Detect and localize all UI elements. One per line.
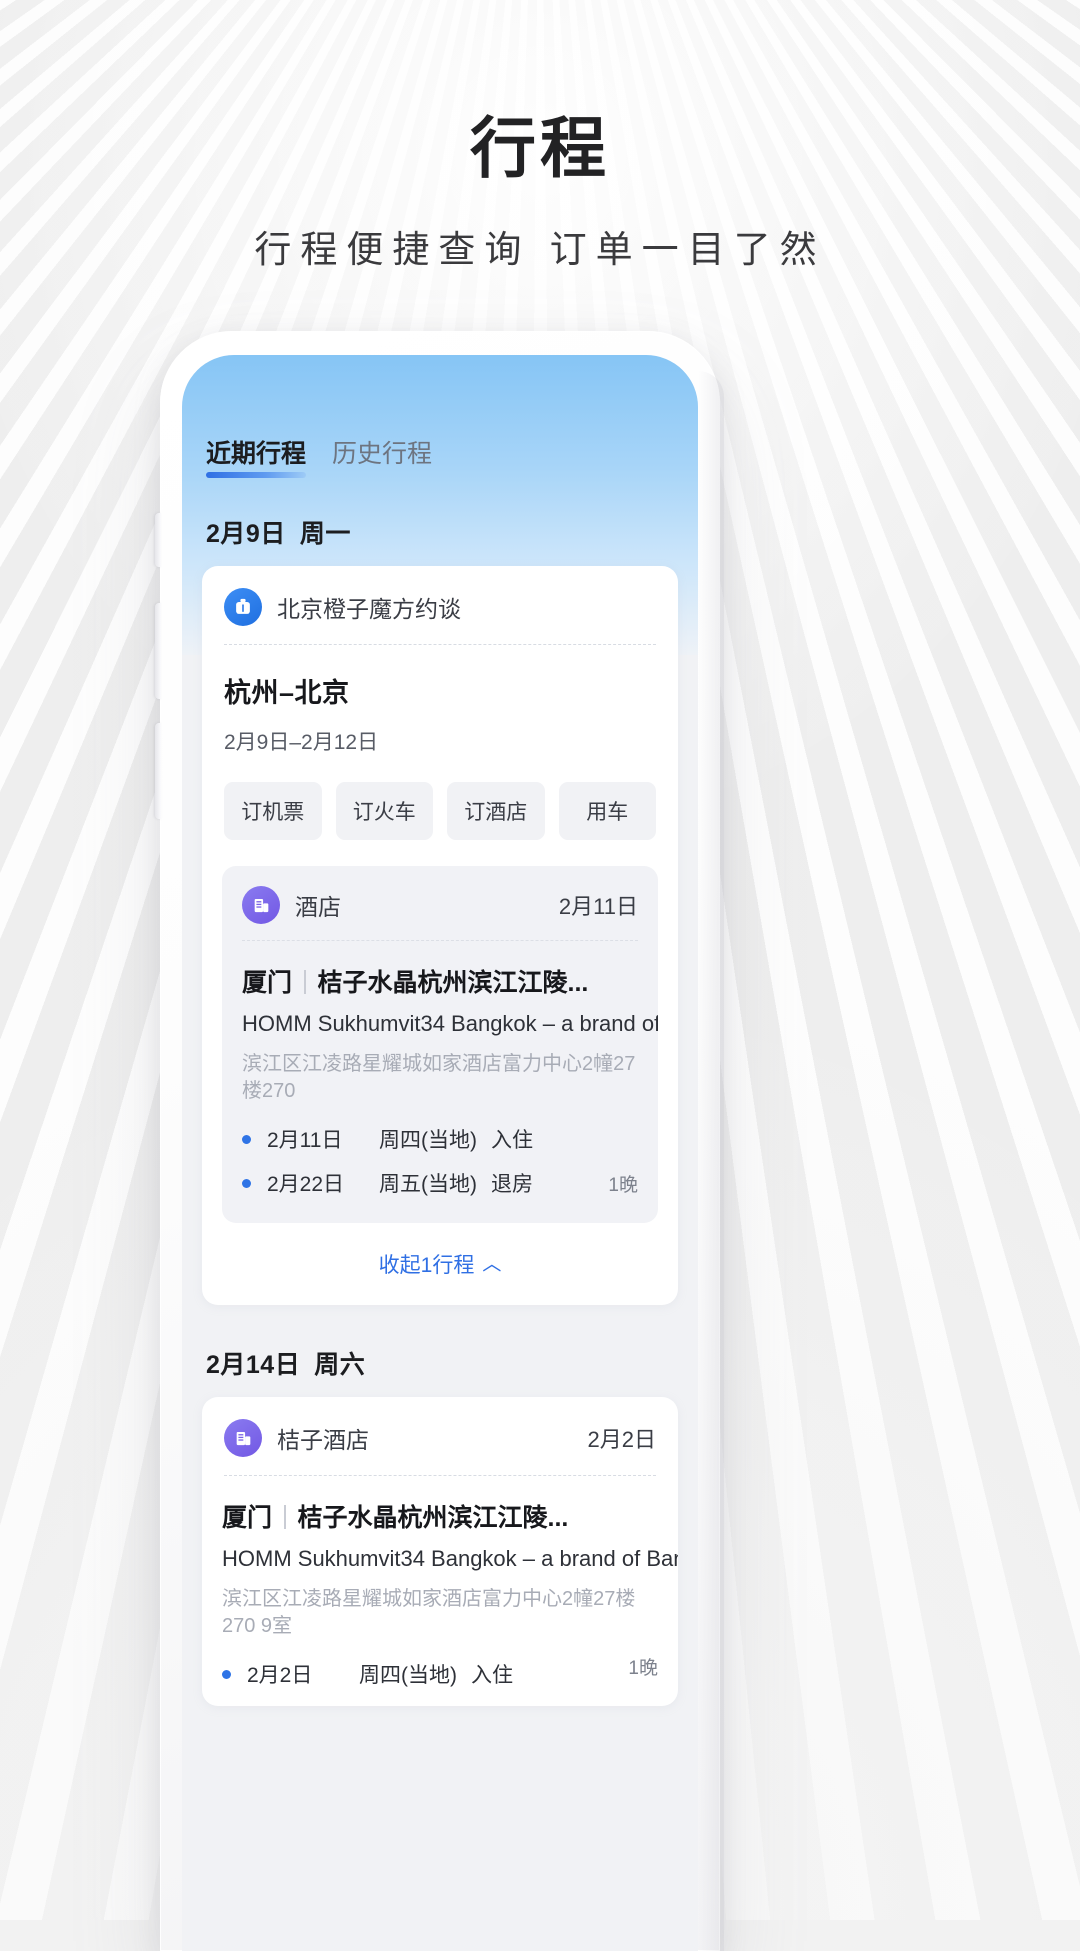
trip-tabs: 近期行程 历史行程 — [182, 355, 698, 479]
trip-route-dates: 2月9日–2月12日 — [224, 731, 379, 755]
hotel-title-row: 厦门 桔子水晶杭州滨江江陵... — [202, 1476, 678, 1534]
title-separator — [304, 970, 306, 995]
stay-action: 入住 — [491, 1129, 533, 1153]
stay-action: 退房 — [491, 1173, 533, 1197]
nested-hotel-card[interactable]: 酒店 2月11日 厦门 桔子水晶杭州滨江江陵... HOMM Sukhumvit… — [222, 866, 658, 1224]
nested-hotel-subtitle: HOMM Sukhumvit34 Bangkok – a brand of Ba… — [242, 1011, 658, 1037]
chip-book-car[interactable]: 用车 — [558, 782, 656, 841]
nested-hotel-header: 酒店 2月11日 — [222, 866, 658, 940]
hotel-date: 2月2日 — [587, 1427, 656, 1453]
stay-row: 2月2日 周四(当地) 入住 — [222, 1652, 658, 1696]
day-header-1: 2月9日 周一 — [182, 474, 698, 566]
page-title: 行程 — [470, 111, 610, 185]
trip-name: 北京橙子魔方约谈 — [277, 596, 461, 623]
chip-book-flight[interactable]: 订机票 — [224, 782, 322, 841]
stay-weekday: 周五(当地) — [379, 1173, 477, 1197]
hotel-brand: 桔子酒店 — [277, 1427, 369, 1454]
nested-hotel-city: 厦门 — [242, 969, 293, 998]
chip-book-train[interactable]: 订火车 — [335, 782, 433, 841]
stay-weekday: 周四(当地) — [359, 1664, 457, 1688]
tab-history-trips[interactable]: 历史行程 — [332, 439, 432, 474]
collapse-label: 收起1行程 — [378, 1254, 475, 1278]
phone-mockup: 近期行程 历史行程 2月9日 周一 北京橙子魔方约谈 杭州–北京 2月9日–2月… — [155, 331, 724, 1951]
nested-hotel-title-row: 厦门 桔子水晶杭州滨江江陵... — [222, 941, 658, 999]
bullet-dot-icon — [242, 1134, 251, 1144]
title-separator — [284, 1505, 286, 1530]
day-header-1-date: 2月9日 — [206, 520, 286, 549]
chevron-up-icon: ︿ — [482, 1254, 502, 1276]
stay-row: 2月22日 周五(当地) 退房 — [242, 1161, 638, 1205]
stay-weekday: 周四(当地) — [379, 1129, 477, 1153]
trip-action-chips: 订机票 订火车 订酒店 用车 — [202, 756, 678, 866]
stay-date: 2月22日 — [267, 1173, 345, 1197]
tab-recent-trips[interactable]: 近期行程 — [206, 439, 307, 479]
nested-hotel-date: 2月11日 — [558, 894, 638, 920]
phone-mute-button[interactable] — [155, 513, 161, 567]
hotel-address: 滨江区江凌路星耀城如家酒店富力中心2幢27楼270 9室 — [222, 1588, 636, 1638]
stay-row: 2月11日 周四(当地) 入住 — [242, 1117, 638, 1161]
nested-hotel-type: 酒店 — [295, 894, 341, 921]
nested-hotel-address: 滨江区江凌路星耀城如家酒店富力中心2幢27楼270 — [242, 1053, 636, 1103]
hero-header: 行程 行程便捷查询 订单一目了然 — [0, 112, 1080, 273]
chip-book-hotel[interactable]: 订酒店 — [447, 782, 545, 841]
phone-screen: 近期行程 历史行程 2月9日 周一 北京橙子魔方约谈 杭州–北京 2月9日–2月… — [182, 355, 698, 1951]
nested-hotel-stay-list: 2月11日 周四(当地) 入住 2月22日 周五(当地) 退房 — [222, 1105, 658, 1205]
phone-volume-up-button[interactable] — [155, 603, 161, 699]
stay-date: 2月2日 — [247, 1664, 313, 1688]
hotel-nights: 1晚 — [628, 1658, 658, 1680]
hotel-card[interactable]: 桔子酒店 2月2日 厦门 桔子水晶杭州滨江江陵... HOMM Sukhumvi… — [202, 1397, 678, 1707]
collapse-trips-button[interactable]: 收起1行程 ︿ — [202, 1223, 678, 1305]
hotel-city: 厦门 — [222, 1504, 273, 1533]
day-header-2-weekday: 周六 — [314, 1351, 366, 1380]
bullet-dot-icon — [222, 1669, 231, 1679]
trip-card-header: 北京橙子魔方约谈 — [202, 566, 678, 644]
stay-action: 入住 — [471, 1664, 513, 1688]
bullet-dot-icon — [242, 1178, 251, 1188]
day-header-2: 2月14日 周六 — [182, 1305, 698, 1397]
suitcase-icon — [224, 588, 262, 627]
hotel-stay-list: 2月2日 周四(当地) 入住 — [202, 1640, 678, 1696]
hotel-name: 桔子水晶杭州滨江江陵... — [297, 1504, 569, 1533]
day-header-2-date: 2月14日 — [206, 1351, 301, 1380]
nested-hotel-name: 桔子水晶杭州滨江江陵... — [317, 969, 589, 998]
trip-route: 杭州–北京 — [224, 678, 350, 709]
nested-hotel-nights: 1晚 — [608, 1175, 638, 1197]
stay-date: 2月11日 — [267, 1129, 343, 1153]
trip-card[interactable]: 北京橙子魔方约谈 杭州–北京 2月9日–2月12日 订机票 订火车 订酒店 用车 — [202, 566, 678, 1306]
day-header-1-weekday: 周一 — [299, 520, 351, 549]
hotel-building-icon — [224, 1419, 262, 1458]
hotel-building-icon — [242, 886, 280, 925]
hotel-subtitle: HOMM Sukhumvit34 Bangkok – a brand of Ba… — [222, 1546, 678, 1572]
phone-volume-down-button[interactable] — [155, 723, 161, 819]
app-content: 近期行程 历史行程 2月9日 周一 北京橙子魔方约谈 杭州–北京 2月9日–2月… — [182, 355, 698, 1951]
hotel-card-header: 桔子酒店 2月2日 — [202, 1397, 678, 1475]
page-subtitle: 行程便捷查询 订单一目了然 — [254, 228, 826, 270]
